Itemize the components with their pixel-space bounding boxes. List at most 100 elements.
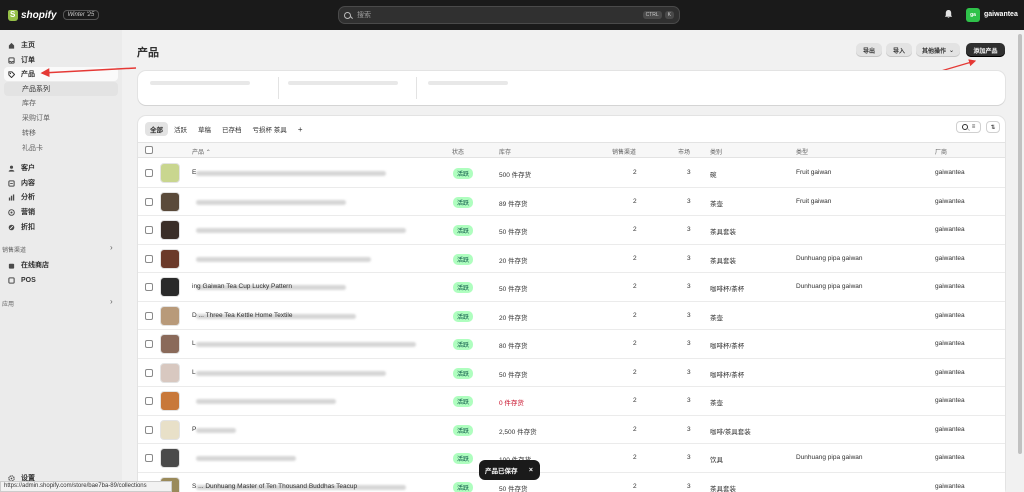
bell-icon[interactable] [944,9,953,19]
toast-text: 产品已保存 [485,468,518,475]
row-checkbox[interactable] [145,368,153,377]
category-cell: 咖啡/茶具套装 [710,428,751,436]
chevron-right-icon[interactable]: › [110,297,113,306]
sidebar-item-label: 营销 [21,209,35,216]
sales-channels-heading[interactable]: 销售渠道 [0,245,26,254]
shopify-logo[interactable]: shopify Winter '25 [8,9,100,21]
table-row[interactable]: 活跃 0 件存货 2 3 茶壶 gaiwantea [138,387,1005,416]
vendor-cell: gaiwantea [935,425,965,433]
table-row[interactable]: L 活跃 80 件存货 2 3 咖啡杯/茶杯 gaiwantea [138,330,1005,359]
chevron-right-icon[interactable]: › [110,243,113,252]
column-channels: 销售渠道 [612,150,637,156]
toast-notification: 产品已保存 × [479,460,540,480]
row-checkbox[interactable] [145,397,153,405]
sidebar-subitem-purchase-orders[interactable]: 采购订单 [4,111,118,125]
store-avatar[interactable]: ga [966,8,980,22]
product-title[interactable]: L [192,369,196,376]
tab-all[interactable]: 全部 [145,122,168,136]
sidebar-item-customers[interactable]: 客户 [4,161,118,175]
search-filter-button[interactable]: ≡ [956,121,981,133]
add-product-button[interactable]: 添加产品 [966,43,1005,57]
vendor-cell: gaiwantea [935,397,965,404]
search-icon [344,11,351,19]
sidebar-item-pos[interactable]: POS [4,273,118,287]
sidebar-item-label: 产品 [21,71,35,78]
vendor-cell: gaiwantea [935,454,965,461]
table-row[interactable]: 活跃 89 件存货 2 3 茶壶 Fruit gaiwan gaiwantea [138,187,1005,216]
column-inventory: 库存 [499,150,512,156]
sidebar-item-home[interactable]: 主页 [4,38,118,52]
tab-custom[interactable]: 亏损杯 茶具 [248,122,292,136]
column-product[interactable]: 产品 ⌃ [192,147,211,156]
sort-button[interactable]: ⇅ [986,121,1000,133]
row-checkbox[interactable] [145,425,153,434]
markets-cell: 3 [687,340,691,347]
inventory-cell: 0 件存货 [499,400,524,407]
sidebar-item-orders[interactable]: 订单 [4,53,118,67]
select-all-checkbox[interactable] [145,146,153,154]
sidebar-item-products[interactable]: 产品 [4,67,118,81]
row-checkbox[interactable] [145,169,153,177]
sidebar-subitem-transfers[interactable]: 转移 [4,126,118,140]
product-title[interactable]: S ... Dunhuang Master of Ten Thousand Bu… [192,483,357,490]
tab-active[interactable]: 活跃 [169,122,192,136]
search-input[interactable]: 搜索 [357,10,640,20]
sidebar-item-online-store[interactable]: 在线商店 [4,258,118,272]
add-view-button[interactable]: + [293,123,308,136]
row-checkbox[interactable] [145,283,153,291]
target-icon [8,208,15,216]
scrollbar-thumb[interactable] [1018,34,1022,454]
markets-cell: 3 [687,454,691,461]
edition-badge[interactable]: Winter '25 [62,10,100,20]
product-title[interactable]: D ... Three Tea Kettle Home Textile [192,312,292,319]
sidebar-item-content[interactable]: 内容 [4,176,118,190]
table-row[interactable]: P 活跃 2,500 件存货 2 3 咖啡/茶具套装 gaiwantea [138,415,1005,444]
inventory-cell: 500 件存货 [499,172,532,179]
product-thumbnail [160,419,180,440]
table-row[interactable]: 活跃 100 件存货 2 3 饮具 Dunhuang pipa gaiwan g… [138,444,1005,473]
table-row[interactable]: D ... Three Tea Kettle Home Textile 活跃 2… [138,301,1005,330]
row-checkbox[interactable] [145,226,153,234]
product-title[interactable]: E [192,169,196,176]
search-bar[interactable]: 搜索 CTRL K [338,6,680,24]
table-row[interactable]: L 活跃 50 件存货 2 3 咖啡杯/茶杯 gaiwantea [138,358,1005,387]
channels-cell: 2 [633,368,637,376]
import-button[interactable]: 导入 [886,43,912,57]
store-name[interactable]: gaiwantea [984,11,1018,18]
row-checkbox[interactable] [145,311,153,320]
sidebar-subitem-inventory[interactable]: 库存 [4,96,118,110]
product-title[interactable]: P [192,426,196,433]
sidebar-item-discounts[interactable]: 折扣 [4,220,118,234]
more-actions-button[interactable]: 其他操作 ⌄ [916,43,960,57]
row-checkbox[interactable] [145,254,153,263]
row-checkbox[interactable] [145,197,153,206]
discount-icon [8,224,15,231]
product-thumbnail [160,391,180,411]
row-checkbox[interactable] [145,340,153,348]
tab-archived[interactable]: 已存档 [217,122,247,136]
redacted-title [196,171,386,176]
status-badge: 活跃 [453,168,474,179]
sidebar-item-analytics[interactable]: 分析 [4,190,118,204]
row-checkbox[interactable] [145,454,153,462]
sidebar-item-marketing[interactable]: 营销 [4,205,118,219]
person-icon [8,165,15,172]
product-title[interactable]: L [192,340,196,347]
table-row[interactable]: 活跃 50 件存货 2 3 茶具套装 gaiwantea [138,216,1005,245]
close-icon[interactable]: × [529,467,533,474]
column-markets: 市场 [678,150,691,156]
analytics-card [138,71,1005,105]
column-type: 类型 [796,150,809,156]
table-row[interactable]: S ... Dunhuang Master of Ten Thousand Bu… [138,472,1005,492]
sidebar-subitem-collections[interactable]: 产品系列 [4,82,118,96]
redacted-title [196,342,416,347]
table-row[interactable]: 活跃 20 件存货 2 3 茶具套装 Dunhuang pipa gaiwan … [138,244,1005,273]
tab-draft[interactable]: 草稿 [193,122,216,136]
product-title[interactable]: ing Gaiwan Tea Cup Lucky Pattern [192,283,292,290]
table-row[interactable]: ing Gaiwan Tea Cup Lucky Pattern 活跃 50 件… [138,273,1005,302]
redacted-title [196,370,386,376]
sidebar-subitem-gift-cards[interactable]: 礼品卡 [4,141,118,155]
table-row[interactable]: E 活跃 500 件存货 2 3 碗 Fruit gaiwan gaiwante… [138,159,1005,188]
export-button[interactable]: 导出 [856,43,882,57]
apps-heading[interactable]: 应用 [0,299,14,308]
